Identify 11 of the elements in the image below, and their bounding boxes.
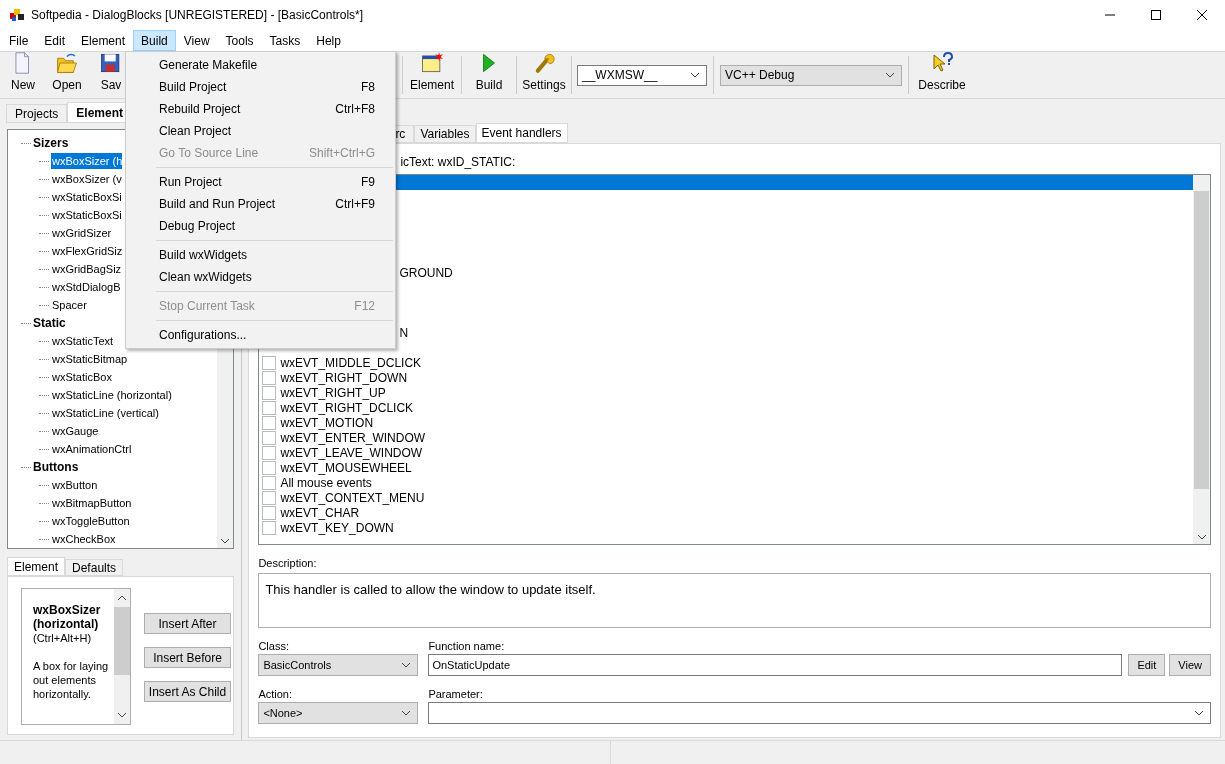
list-label: icText: wxID_STATIC: <box>400 154 516 171</box>
field-label: Description: <box>258 556 318 569</box>
element-name: wxBoxSizer (horizontal) <box>33 603 102 631</box>
description-box: This handler is called to allow the window to update itself. <box>258 573 1211 628</box>
element-description: A box for laying out elements horizontally. <box>33 659 110 701</box>
field-label: Action: <box>258 687 293 702</box>
field-label: Class: <box>258 639 290 654</box>
window-title: Softpedia - DialogBlocks [UNREGISTERED] - [BasicControls*] <box>31 7 364 24</box>
field-label: Parameter: <box>428 687 484 702</box>
field-label: Function name: <box>428 639 506 654</box>
shortcut-text: (Ctrl+Alt+H) <box>33 631 93 645</box>
